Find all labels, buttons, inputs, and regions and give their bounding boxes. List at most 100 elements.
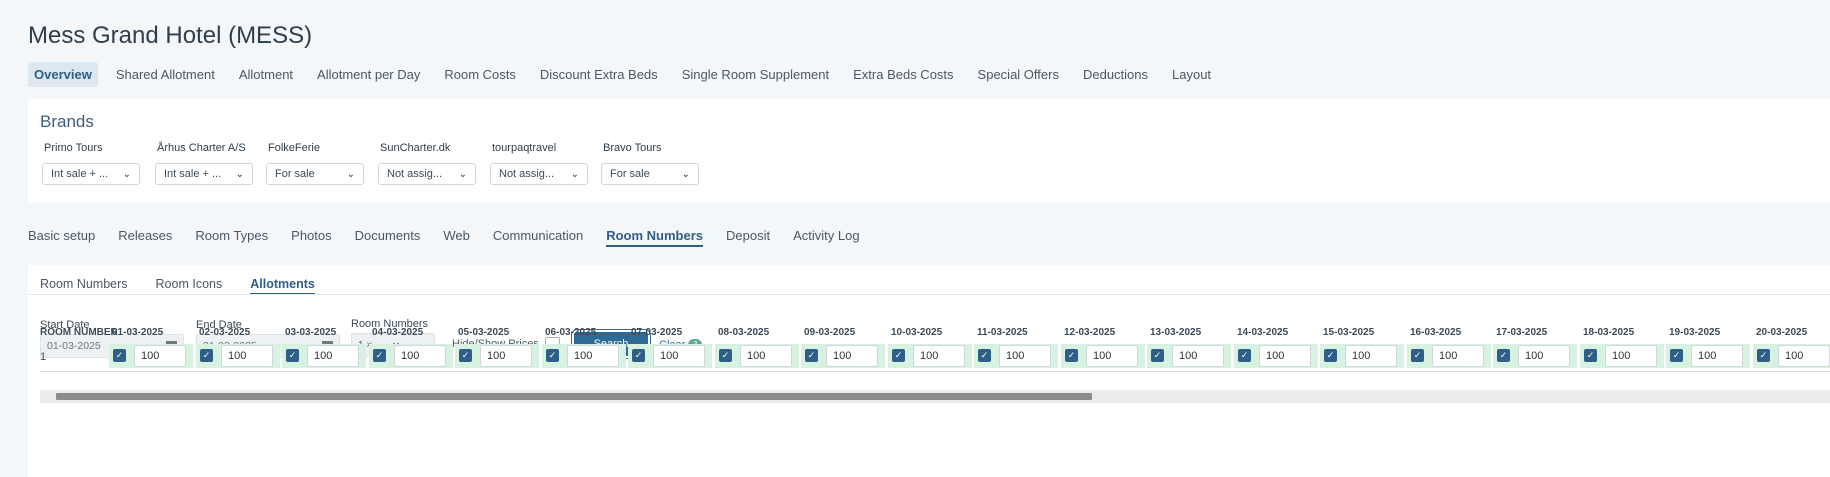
- check-icon[interactable]: ✓: [1238, 349, 1251, 362]
- check-icon[interactable]: ✓: [373, 349, 386, 362]
- brand-select[interactable]: Not assig... ⌄: [378, 163, 476, 185]
- brand-primo-tours: Primo Tours Int sale + ... ⌄: [42, 142, 140, 185]
- brand-tourpaqtravel: tourpaqtravel Not assig... ⌄: [490, 142, 588, 185]
- date-header: 06-03-2025: [545, 327, 597, 338]
- allotment-input[interactable]: 100: [1172, 345, 1224, 367]
- divider: [28, 294, 1830, 295]
- tab-discount-extra-beds[interactable]: Discount Extra Beds: [534, 62, 664, 87]
- allotment-input[interactable]: 100: [307, 345, 359, 367]
- check-icon[interactable]: ✓: [1411, 349, 1424, 362]
- horizontal-scrollbar[interactable]: [40, 390, 1830, 403]
- row-divider: [40, 371, 1830, 372]
- check-icon[interactable]: ✓: [1670, 349, 1683, 362]
- check-icon[interactable]: ✓: [113, 349, 126, 362]
- room-number-header: ROOM NUMBER: [40, 327, 118, 338]
- date-header: 07-03-2025: [631, 327, 683, 338]
- brand-bravo-tours: Bravo Tours For sale ⌄: [601, 142, 699, 185]
- date-header: 20-03-2025: [1756, 327, 1808, 338]
- date-header: 01-03-2025: [112, 327, 164, 338]
- allotment-input[interactable]: 100: [826, 345, 878, 367]
- allotment-cell: ✓ 100: [1753, 344, 1830, 368]
- tab-communication[interactable]: Communication: [493, 228, 583, 247]
- tab-releases[interactable]: Releases: [118, 228, 172, 247]
- allotment-input[interactable]: 100: [1518, 345, 1570, 367]
- check-icon[interactable]: ✓: [200, 349, 213, 362]
- subtab-room-icons[interactable]: Room Icons: [156, 277, 223, 295]
- tab-special-offers[interactable]: Special Offers: [972, 62, 1065, 87]
- allotment-input[interactable]: 100: [913, 345, 965, 367]
- tab-room-types[interactable]: Room Types: [195, 228, 268, 247]
- brand-select[interactable]: For sale ⌄: [601, 163, 699, 185]
- check-icon[interactable]: ✓: [1065, 349, 1078, 362]
- check-icon[interactable]: ✓: [632, 349, 645, 362]
- brand-label: SunCharter.dk: [380, 142, 451, 154]
- check-icon[interactable]: ✓: [892, 349, 905, 362]
- allotment-cell: ✓ 100: [888, 344, 972, 368]
- allotment-input[interactable]: 100: [134, 345, 186, 367]
- allotment-input[interactable]: 100: [221, 345, 273, 367]
- brand-label: FolkeFerie: [268, 142, 320, 154]
- date-header: 04-03-2025: [372, 327, 424, 338]
- brand-select[interactable]: Not assig... ⌄: [490, 163, 588, 185]
- tab-layout[interactable]: Layout: [1166, 62, 1217, 87]
- sub-tabs: Room Numbers Room Icons Allotments: [40, 277, 343, 295]
- check-icon[interactable]: ✓: [1151, 349, 1164, 362]
- allotment-input[interactable]: 100: [1432, 345, 1484, 367]
- check-icon[interactable]: ✓: [1497, 349, 1510, 362]
- tab-activity-log[interactable]: Activity Log: [793, 228, 859, 247]
- allotment-input[interactable]: 100: [653, 345, 705, 367]
- brand-select[interactable]: Int sale + ... ⌄: [155, 163, 253, 185]
- check-icon[interactable]: ✓: [805, 349, 818, 362]
- tab-photos[interactable]: Photos: [291, 228, 331, 247]
- tab-overview[interactable]: Overview: [28, 62, 98, 87]
- tab-extra-beds-costs[interactable]: Extra Beds Costs: [847, 62, 959, 87]
- allotment-input[interactable]: 100: [1086, 345, 1138, 367]
- tab-allotment-per-day[interactable]: Allotment per Day: [311, 62, 426, 87]
- scrollbar-thumb[interactable]: [56, 393, 1092, 400]
- date-header: 10-03-2025: [891, 327, 943, 338]
- allotment-cell: ✓ 100: [455, 344, 539, 368]
- brand-select[interactable]: For sale ⌄: [266, 163, 364, 185]
- subtab-allotments[interactable]: Allotments: [250, 277, 315, 295]
- allotment-input[interactable]: 100: [1259, 345, 1311, 367]
- subtab-room-numbers[interactable]: Room Numbers: [40, 277, 128, 295]
- check-icon[interactable]: ✓: [1584, 349, 1597, 362]
- tab-deductions[interactable]: Deductions: [1077, 62, 1154, 87]
- tab-single-room-supplement[interactable]: Single Room Supplement: [676, 62, 835, 87]
- top-nav: Overview Shared Allotment Allotment Allo…: [28, 62, 1229, 87]
- brand-folkeferie: FolkeFerie For sale ⌄: [266, 142, 364, 185]
- tab-shared-allotment[interactable]: Shared Allotment: [110, 62, 221, 87]
- check-icon[interactable]: ✓: [286, 349, 299, 362]
- allotment-cell: ✓ 100: [1061, 344, 1145, 368]
- tab-room-costs[interactable]: Room Costs: [438, 62, 522, 87]
- tab-room-numbers[interactable]: Room Numbers: [606, 228, 704, 247]
- tab-deposit[interactable]: Deposit: [726, 228, 770, 247]
- allotment-cell: ✓ 100: [369, 344, 453, 368]
- allotment-input[interactable]: 100: [1778, 345, 1830, 367]
- check-icon[interactable]: ✓: [1757, 349, 1770, 362]
- date-header: 15-03-2025: [1323, 327, 1375, 338]
- allotment-input[interactable]: 100: [1605, 345, 1657, 367]
- allotment-input[interactable]: 100: [1691, 345, 1743, 367]
- check-icon[interactable]: ✓: [546, 349, 559, 362]
- date-header: 02-03-2025: [199, 327, 251, 338]
- allotment-input[interactable]: 100: [740, 345, 792, 367]
- check-icon[interactable]: ✓: [978, 349, 991, 362]
- check-icon[interactable]: ✓: [459, 349, 472, 362]
- allotment-input[interactable]: 100: [999, 345, 1051, 367]
- allotment-input[interactable]: 100: [567, 345, 619, 367]
- check-icon[interactable]: ✓: [719, 349, 732, 362]
- tab-basic-setup[interactable]: Basic setup: [28, 228, 95, 247]
- allotment-cell: ✓ 100: [1234, 344, 1318, 368]
- allotment-input[interactable]: 100: [1345, 345, 1397, 367]
- tab-allotment[interactable]: Allotment: [233, 62, 299, 87]
- brand-select[interactable]: Int sale + ... ⌄: [42, 163, 140, 185]
- allotment-input[interactable]: 100: [480, 345, 532, 367]
- tab-documents[interactable]: Documents: [355, 228, 421, 247]
- check-icon[interactable]: ✓: [1324, 349, 1337, 362]
- chevron-down-icon: ⌄: [235, 168, 244, 180]
- allotment-input[interactable]: 100: [394, 345, 446, 367]
- tab-web[interactable]: Web: [443, 228, 470, 247]
- date-header: 12-03-2025: [1064, 327, 1116, 338]
- allotment-cell: ✓ 100: [715, 344, 799, 368]
